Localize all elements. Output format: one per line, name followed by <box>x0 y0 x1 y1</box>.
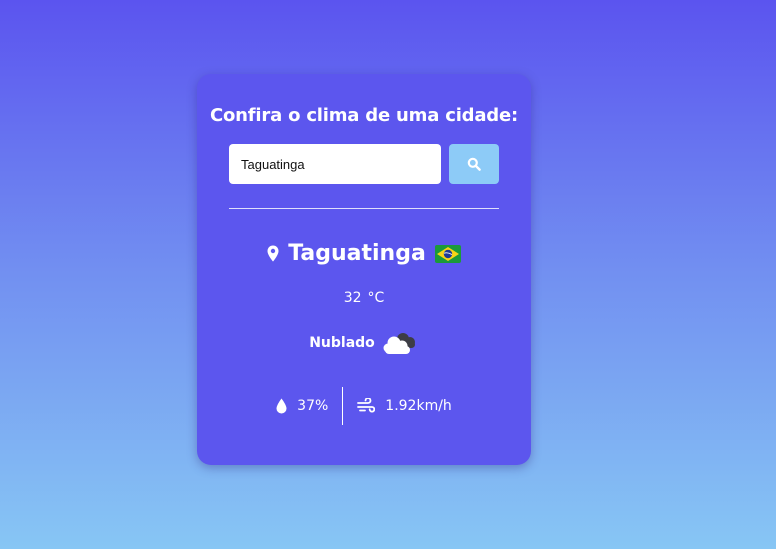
brazil-flag-icon <box>434 244 461 263</box>
temperature: 32 °C <box>197 290 531 306</box>
temperature-value: 32 <box>343 290 362 306</box>
weather-card: Confira o clima de uma cidade: Taguating… <box>197 74 531 465</box>
humidity: 37% <box>262 398 342 414</box>
weather-details: 37% 1.92km/h <box>197 387 531 425</box>
humidity-value: 37% <box>297 398 329 414</box>
page-title: Confira o clima de uma cidade: <box>210 105 518 126</box>
search-button[interactable] <box>449 144 499 184</box>
divider <box>229 208 499 209</box>
cloudy-icon <box>383 333 415 354</box>
location-pin-icon <box>267 245 279 262</box>
temperature-unit: °C <box>367 290 385 306</box>
weather-description-row: Nublado <box>197 330 531 356</box>
city-row: Taguatinga <box>197 241 531 266</box>
city-search-input[interactable] <box>229 144 441 184</box>
wind-value: 1.92km/h <box>385 398 452 414</box>
wind-icon <box>357 398 376 413</box>
water-drop-icon <box>276 398 287 414</box>
wind: 1.92km/h <box>343 398 466 414</box>
weather-description: Nublado <box>309 335 375 351</box>
search-icon <box>467 157 481 171</box>
city-name: Taguatinga <box>288 241 426 266</box>
